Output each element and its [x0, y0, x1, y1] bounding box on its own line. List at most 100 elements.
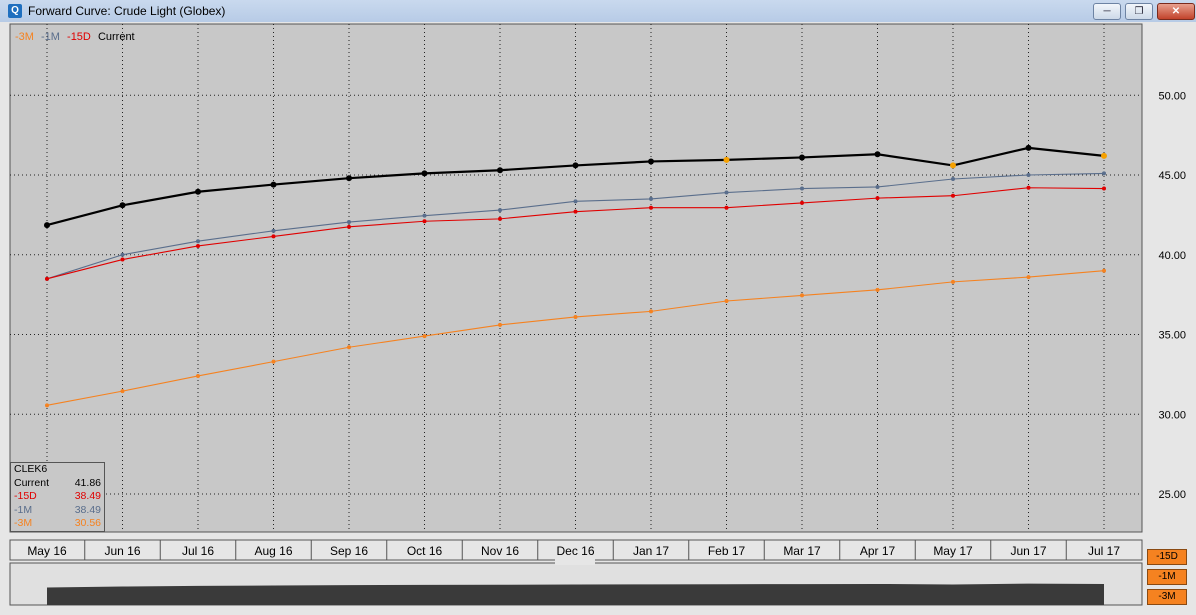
data-point	[347, 224, 351, 229]
x-tick-label: Jul 16	[182, 544, 214, 558]
data-point	[422, 219, 427, 224]
info-value: 38.49	[74, 503, 101, 516]
data-point	[45, 276, 49, 281]
y-tick-label: 25.00	[1158, 489, 1186, 501]
data-point	[1025, 144, 1032, 151]
data-point	[195, 188, 201, 195]
legend: -3M -1M -15D Current	[15, 31, 135, 43]
data-point	[196, 243, 200, 248]
info-row-current: Current 41.86	[11, 477, 104, 491]
data-point	[422, 334, 427, 339]
toggle-3m-button[interactable]: -3M	[1147, 589, 1187, 605]
data-point	[497, 167, 503, 174]
info-value: 30.56	[74, 517, 101, 530]
data-point	[1102, 186, 1106, 191]
y-tick-label: 35.00	[1158, 330, 1186, 342]
x-tick-label: Mar 17	[783, 544, 821, 558]
data-point	[724, 205, 729, 210]
forward-curve-chart: 25.00 30.00 35.00 40.00 45.00 50.00 May 16 Jun…	[9, 23, 1186, 606]
data-point	[573, 314, 578, 319]
info-box: CLEK6 Current 41.86 -15D 38.49 -1M 38.49…	[10, 462, 105, 532]
x-tick-label: Aug 16	[254, 544, 292, 558]
data-point	[347, 345, 351, 350]
data-point	[196, 239, 200, 244]
x-tick-label: Jan 17	[633, 544, 669, 558]
data-point	[347, 220, 351, 225]
data-point	[648, 158, 654, 165]
legend-item-3m[interactable]: -3M	[15, 31, 34, 43]
info-label: -3M	[14, 517, 33, 530]
x-tick-label: May 16	[27, 544, 67, 558]
info-label: Current	[14, 476, 50, 489]
toggle-1m-button[interactable]: -1M	[1147, 569, 1187, 585]
data-point	[950, 162, 956, 169]
data-point	[875, 184, 880, 189]
data-point	[270, 181, 277, 188]
legend-item-current[interactable]: Current	[98, 31, 135, 43]
data-point	[800, 293, 804, 298]
data-point	[498, 216, 502, 221]
y-axis: 25.00 30.00 35.00 40.00 45.00 50.00	[1158, 90, 1186, 501]
data-point	[723, 156, 730, 163]
data-point	[649, 205, 653, 210]
info-row-3m: -3M 30.56	[11, 517, 104, 531]
data-point	[120, 257, 125, 262]
data-point	[573, 209, 578, 214]
info-value: 38.49	[74, 490, 101, 503]
info-value: 41.86	[74, 476, 101, 489]
legend-item-1m[interactable]: -1M	[41, 31, 60, 43]
data-point	[1102, 171, 1106, 176]
data-point	[120, 252, 125, 257]
data-point	[724, 299, 729, 304]
y-tick-label: 50.00	[1158, 90, 1186, 102]
x-tick-label: Dec 16	[556, 544, 594, 558]
data-point	[649, 196, 653, 201]
x-axis: May 16 Jun 16 Jul 16 Aug 16 Sep 16 Oct 16 Nov …	[9, 539, 1143, 561]
data-point	[724, 190, 729, 195]
info-box-title: CLEK6	[14, 463, 48, 475]
data-point	[799, 154, 805, 161]
data-point	[1026, 173, 1031, 177]
data-point	[271, 359, 276, 364]
x-tick-label: Jun 17	[1010, 544, 1046, 558]
data-point	[271, 228, 276, 233]
data-point	[875, 287, 880, 292]
data-point	[800, 200, 804, 205]
toggle-15d-button[interactable]: -15D	[1147, 549, 1187, 565]
data-point	[1026, 275, 1031, 280]
data-point	[271, 234, 276, 239]
y-tick-label: 45.00	[1158, 170, 1186, 182]
x-tick-label: Sep 16	[330, 544, 368, 558]
data-point	[421, 170, 428, 177]
y-tick-label: 40.00	[1158, 250, 1186, 262]
info-row-1m: -1M 38.49	[11, 504, 104, 518]
data-point	[346, 175, 352, 182]
x-tick-label: Jul 17	[1088, 544, 1120, 558]
data-point	[800, 186, 804, 191]
data-point	[572, 162, 579, 169]
info-label: -1M	[14, 503, 33, 516]
info-label: -15D	[14, 490, 37, 503]
navigator-panel[interactable]	[9, 559, 1143, 606]
info-row-15d: -15D 38.49	[11, 490, 104, 504]
data-point	[196, 373, 200, 378]
data-point	[120, 389, 125, 394]
data-point	[951, 176, 955, 181]
x-tick-label: Feb 17	[708, 544, 746, 558]
y-tick-label: 30.00	[1158, 409, 1186, 421]
data-point	[45, 403, 49, 408]
navigator-area	[47, 583, 1104, 605]
data-point	[44, 222, 50, 229]
legend-item-15d[interactable]: -15D	[67, 31, 91, 43]
data-point	[1026, 185, 1031, 190]
data-point	[874, 151, 881, 158]
data-point	[498, 322, 502, 327]
data-point	[498, 208, 502, 213]
data-point	[649, 309, 653, 314]
x-tick-label: Jun 16	[104, 544, 140, 558]
data-point	[951, 193, 955, 198]
data-point	[119, 202, 126, 209]
x-tick-label: Apr 17	[860, 544, 896, 558]
data-point	[1102, 268, 1106, 273]
data-point	[422, 213, 427, 218]
